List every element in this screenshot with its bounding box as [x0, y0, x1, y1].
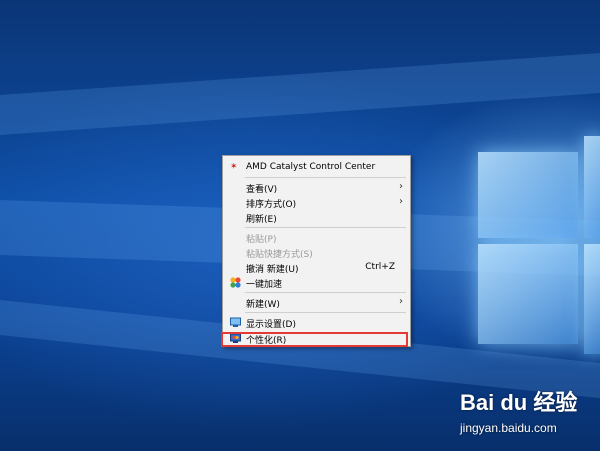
- menu-separator: [245, 312, 406, 313]
- menu-item-view[interactable]: 查看(V) ›: [224, 180, 409, 195]
- menu-separator: [245, 227, 406, 228]
- menu-item-display-settings[interactable]: 显示设置(D): [224, 315, 409, 330]
- menu-item-paste-shortcut[interactable]: 粘贴快捷方式(S): [224, 245, 409, 260]
- desktop-context-menu: ✶ AMD Catalyst Control Center 查看(V) › 排序…: [222, 155, 411, 347]
- menu-item-new[interactable]: 新建(W) ›: [224, 295, 409, 310]
- menu-item-label: 查看(V): [246, 185, 278, 195]
- menu-item-label: 粘贴(P): [246, 235, 277, 245]
- menu-item-shortcut: Ctrl+Z: [365, 262, 395, 272]
- windows-logo-pane: [478, 244, 578, 344]
- menu-item-refresh[interactable]: 刷新(E): [224, 210, 409, 225]
- menu-item-label: 刷新(E): [246, 215, 277, 225]
- menu-item-speedup[interactable]: 一键加速: [224, 275, 409, 290]
- windows-logo-pane: [584, 136, 600, 238]
- menu-item-label: 粘贴快捷方式(S): [246, 250, 313, 260]
- menu-item-undo-new[interactable]: 撤消 新建(U) Ctrl+Z: [224, 260, 409, 275]
- menu-item-paste[interactable]: 粘贴(P): [224, 230, 409, 245]
- chevron-right-icon: ›: [399, 196, 403, 207]
- windows-logo: [468, 126, 600, 356]
- menu-item-label: 显示设置(D): [246, 320, 296, 330]
- chevron-right-icon: ›: [399, 181, 403, 192]
- speedup-icon: [230, 277, 241, 288]
- windows-logo-pane: [584, 244, 600, 354]
- amd-icon: ✶: [230, 162, 238, 172]
- watermark-brand: Bai du 经验: [460, 390, 578, 415]
- menu-item-label: AMD Catalyst Control Center: [246, 162, 376, 172]
- light-ray: [0, 53, 600, 135]
- highlight-box: [221, 332, 408, 347]
- menu-separator: [245, 292, 406, 293]
- menu-item-label: 排序方式(O): [246, 200, 297, 210]
- chevron-right-icon: ›: [399, 296, 403, 307]
- menu-item-label: 撤消 新建(U): [246, 265, 299, 275]
- baidu-jingyan-watermark: Bai du 经验 jingyan.baidu.com: [460, 385, 595, 445]
- menu-separator: [245, 177, 406, 178]
- menu-item-label: 一键加速: [246, 280, 283, 290]
- windows-logo-pane: [478, 152, 578, 238]
- menu-item-label: 新建(W): [246, 300, 280, 310]
- menu-item-sort-by[interactable]: 排序方式(O) ›: [224, 195, 409, 210]
- watermark-url: jingyan.baidu.com: [460, 421, 557, 435]
- menu-item-amd-catalyst[interactable]: ✶ AMD Catalyst Control Center: [224, 160, 409, 175]
- display-settings-icon: [230, 317, 241, 328]
